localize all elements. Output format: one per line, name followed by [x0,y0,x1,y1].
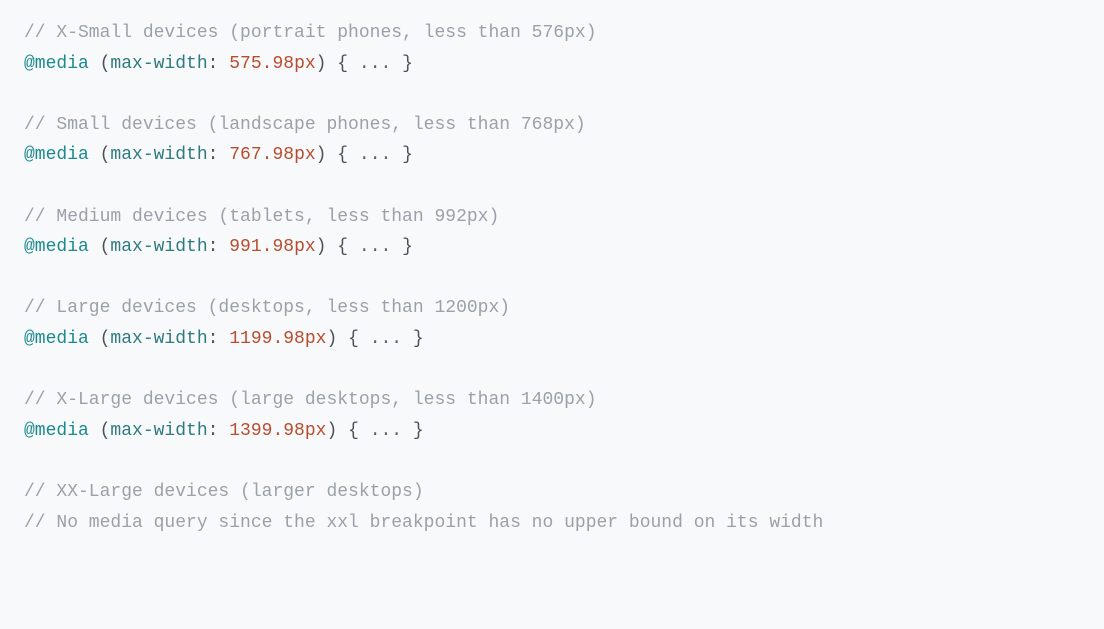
code-line: // XX-Large devices (larger desktops) [24,477,1080,508]
brace-token: } [391,145,413,165]
atrule-token: @media [24,145,89,165]
comment-token: // Small devices (landscape phones, less… [24,115,586,135]
punct-token: : [208,421,230,441]
property-token: max-width [110,145,207,165]
code-line: // Small devices (landscape phones, less… [24,110,1080,141]
code-line: @media (max-width: 991.98px) { ... } [24,232,1080,263]
comment-token: // X-Small devices (portrait phones, les… [24,23,597,43]
property-token: max-width [110,421,207,441]
punct-token: ) [326,329,337,349]
unit-token: px [294,54,316,74]
code-line: // Medium devices (tablets, less than 99… [24,202,1080,233]
brace-token: { [326,145,358,165]
punct-token: : [208,54,230,74]
number-token: 575.98 [229,54,294,74]
punct-token: ) [316,54,327,74]
brace-token: { [326,237,358,257]
punct-token: : [208,237,230,257]
punct-token: : [208,145,230,165]
punct-token: ) [326,421,337,441]
number-token: 767.98 [229,145,294,165]
unit-token: px [305,329,327,349]
comment-token: // X-Large devices (large desktops, less… [24,390,597,410]
ellipsis-token: ... [359,54,391,74]
comment-token: // No media query since the xxl breakpoi… [24,513,823,533]
unit-token: px [305,421,327,441]
code-line: @media (max-width: 575.98px) { ... } [24,49,1080,80]
unit-token: px [294,145,316,165]
code-snippet: // X-Small devices (portrait phones, les… [24,18,1080,538]
code-line: @media (max-width: 1399.98px) { ... } [24,416,1080,447]
code-blank-line [24,446,1080,477]
code-blank-line [24,171,1080,202]
brace-token: } [391,237,413,257]
punct-token: ( [89,145,111,165]
code-line: // X-Large devices (large desktops, less… [24,385,1080,416]
ellipsis-token: ... [359,237,391,257]
code-blank-line [24,263,1080,294]
punct-token: : [208,329,230,349]
punct-token: ( [89,421,111,441]
punct-token: ( [89,54,111,74]
brace-token: } [391,54,413,74]
atrule-token: @media [24,237,89,257]
property-token: max-width [110,329,207,349]
unit-token: px [294,237,316,257]
property-token: max-width [110,237,207,257]
ellipsis-token: ... [359,145,391,165]
punct-token: ( [89,237,111,257]
code-line: // X-Small devices (portrait phones, les… [24,18,1080,49]
atrule-token: @media [24,54,89,74]
code-line: // Large devices (desktops, less than 12… [24,293,1080,324]
punct-token: ) [316,145,327,165]
ellipsis-token: ... [370,421,402,441]
code-line: @media (max-width: 767.98px) { ... } [24,140,1080,171]
comment-token: // Medium devices (tablets, less than 99… [24,207,499,227]
code-line: @media (max-width: 1199.98px) { ... } [24,324,1080,355]
brace-token: { [326,54,358,74]
comment-token: // XX-Large devices (larger desktops) [24,482,424,502]
code-blank-line [24,79,1080,110]
atrule-token: @media [24,421,89,441]
comment-token: // Large devices (desktops, less than 12… [24,298,510,318]
brace-token: { [337,329,369,349]
number-token: 1399.98 [229,421,305,441]
code-line: // No media query since the xxl breakpoi… [24,508,1080,539]
brace-token: { [337,421,369,441]
brace-token: } [402,329,424,349]
number-token: 1199.98 [229,329,305,349]
property-token: max-width [110,54,207,74]
brace-token: } [402,421,424,441]
punct-token: ( [89,329,111,349]
atrule-token: @media [24,329,89,349]
punct-token: ) [316,237,327,257]
code-blank-line [24,355,1080,386]
number-token: 991.98 [229,237,294,257]
ellipsis-token: ... [370,329,402,349]
